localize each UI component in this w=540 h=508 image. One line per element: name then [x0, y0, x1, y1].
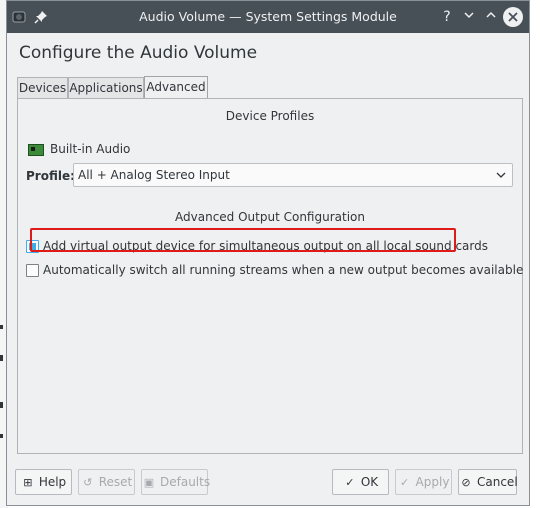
settings-window: Audio Volume — System Settings Module ? … — [6, 0, 530, 506]
desktop-fragment — [0, 402, 3, 408]
ok-button[interactable]: ✓ OK — [332, 469, 389, 495]
chevron-down-icon — [464, 12, 474, 19]
close-icon — [508, 12, 518, 22]
title-bar[interactable]: Audio Volume — System Settings Module ? — [7, 1, 529, 33]
reset-icon: ↺ — [83, 476, 93, 489]
help-button[interactable]: ⊞ Help — [15, 469, 72, 495]
chevron-down-icon — [496, 172, 506, 178]
profile-select[interactable]: All + Analog Stereo Input — [73, 163, 513, 187]
help-title-button[interactable]: ? — [437, 7, 457, 27]
profile-select-value: All + Analog Stereo Input — [78, 168, 230, 182]
cancel-icon: ⊘ — [461, 476, 471, 489]
page-title: Configure the Audio Volume — [19, 43, 258, 63]
defaults-button-label: Defaults — [160, 475, 211, 489]
help-button-label: Help — [38, 475, 67, 489]
defaults-icon: ▣ — [143, 476, 155, 489]
output-config-title: Advanced Output Configuration — [175, 210, 365, 224]
reset-button[interactable]: ↺ Reset — [78, 469, 135, 495]
annotation-highlight-box — [30, 228, 456, 252]
maximize-button[interactable] — [481, 7, 501, 27]
apply-button-label: Apply — [415, 475, 450, 489]
apply-button[interactable]: ✓ Apply — [395, 469, 452, 495]
minimize-button[interactable] — [459, 7, 479, 27]
cancel-button-label: Cancel — [477, 475, 518, 489]
cancel-button[interactable]: ⊘ Cancel — [458, 469, 518, 495]
help-icon: ⊞ — [23, 476, 33, 489]
desktop-fragment — [0, 434, 3, 438]
profile-label: Profile: — [26, 169, 75, 183]
tab-advanced[interactable]: Advanced — [144, 76, 208, 99]
chevron-up-icon — [486, 11, 496, 18]
device-name: Built-in Audio — [50, 142, 131, 156]
check-icon: ✓ — [345, 476, 355, 489]
reset-button-label: Reset — [98, 475, 133, 489]
desktop-fragment — [0, 325, 3, 329]
auto-switch-checkbox[interactable] — [26, 264, 39, 277]
auto-switch-label[interactable]: Automatically switch all running streams… — [43, 263, 523, 277]
ok-button-label: OK — [360, 475, 379, 489]
desktop-fragment — [0, 355, 3, 361]
check-icon: ✓ — [399, 476, 410, 489]
close-button[interactable] — [503, 7, 523, 27]
sound-card-icon — [28, 144, 44, 156]
tab-applications[interactable]: Applications — [68, 77, 144, 98]
defaults-button[interactable]: ▣ Defaults — [141, 469, 211, 495]
advanced-panel: Device Profiles Built-in Audio Profile: … — [17, 98, 523, 454]
device-profiles-title: Device Profiles — [225, 109, 315, 123]
tab-devices[interactable]: Devices — [17, 77, 68, 98]
